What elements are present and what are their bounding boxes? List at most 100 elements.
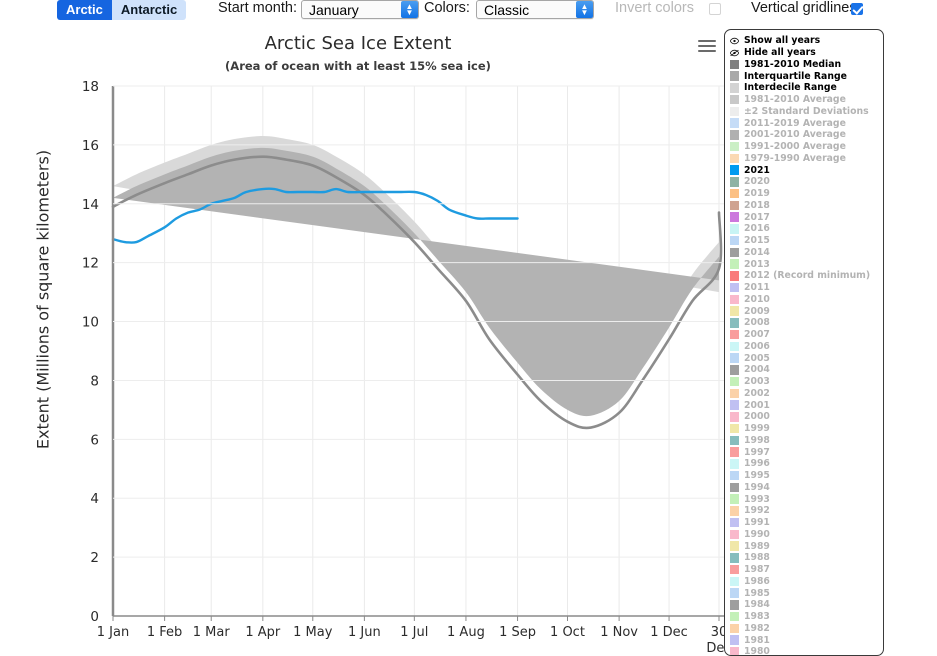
legend-control-show-all-years[interactable]: Show all years bbox=[730, 35, 883, 47]
legend-year-1983[interactable]: 1983 bbox=[730, 611, 883, 623]
legend-year-2000[interactable]: 2000 bbox=[730, 411, 883, 423]
legend-color-swatch bbox=[730, 400, 739, 410]
legend-year-2016[interactable]: 2016 bbox=[730, 223, 883, 235]
legend-year-2012[interactable]: 2012 (Record minimum) bbox=[730, 270, 883, 282]
legend-item-label: 1990 bbox=[744, 528, 770, 540]
legend-item-label: 1991 bbox=[744, 517, 770, 529]
legend-stat-1979-1990-average[interactable]: 1979-1990 Average bbox=[730, 153, 883, 165]
legend-item-label: 2020 bbox=[744, 176, 770, 188]
legend-item-label: 1981-2010 Average bbox=[744, 94, 846, 106]
legend-year-1996[interactable]: 1996 bbox=[730, 458, 883, 470]
legend-panel[interactable]: Show all years Hide all years 1981-2010 M… bbox=[724, 29, 884, 656]
legend-color-swatch bbox=[730, 623, 739, 634]
legend-year-2002[interactable]: 2002 bbox=[730, 388, 883, 400]
legend-stat-2011-2019-average[interactable]: 2011-2019 Average bbox=[730, 117, 883, 129]
legend-year-1982[interactable]: 1982 bbox=[730, 623, 883, 635]
legend-color-swatch bbox=[730, 94, 739, 105]
legend-item-label: 1989 bbox=[744, 540, 770, 552]
legend-color-swatch bbox=[730, 83, 739, 93]
eye-slash-icon bbox=[730, 48, 739, 58]
legend-year-1991[interactable]: 1991 bbox=[730, 517, 883, 529]
legend-year-2005[interactable]: 2005 bbox=[730, 352, 883, 364]
svg-text:10: 10 bbox=[82, 315, 99, 331]
legend-year-2011[interactable]: 2011 bbox=[730, 282, 883, 294]
svg-text:1 Nov: 1 Nov bbox=[600, 625, 638, 640]
legend-item-label: 2010 bbox=[744, 293, 770, 305]
legend-year-2020[interactable]: 2020 bbox=[730, 176, 883, 188]
legend-color-swatch bbox=[730, 271, 739, 281]
legend-year-1980[interactable]: 1980 bbox=[730, 646, 883, 655]
svg-text:1 Apr: 1 Apr bbox=[245, 625, 281, 640]
legend-year-1990[interactable]: 1990 bbox=[730, 529, 883, 541]
legend-item-label: 1992 bbox=[744, 505, 770, 517]
legend-color-swatch bbox=[730, 506, 739, 516]
legend-color-swatch bbox=[730, 353, 739, 363]
legend-year-2007[interactable]: 2007 bbox=[730, 329, 883, 341]
legend-item-label: 2006 bbox=[744, 340, 770, 352]
legend-stat-1981-2010-median[interactable]: 1981-2010 Median bbox=[730, 59, 883, 71]
legend-year-2009[interactable]: 2009 bbox=[730, 305, 883, 317]
legend-year-2018[interactable]: 2018 bbox=[730, 200, 883, 212]
legend-years[interactable]: 2021 2020 2019 2018 2017 2016 2015 2014 2013 2012… bbox=[730, 164, 883, 655]
legend-year-2014[interactable]: 2014 bbox=[730, 247, 883, 259]
legend-color-swatch bbox=[730, 141, 739, 152]
legend-year-2008[interactable]: 2008 bbox=[730, 317, 883, 329]
legend-year-1992[interactable]: 1992 bbox=[730, 505, 883, 517]
legend-year-2013[interactable]: 2013 bbox=[730, 258, 883, 270]
legend-year-2021[interactable]: 2021 bbox=[730, 164, 883, 176]
legend-year-1998[interactable]: 1998 bbox=[730, 435, 883, 447]
svg-text:1 Jul: 1 Jul bbox=[400, 625, 428, 640]
legend-item-label: 1983 bbox=[744, 611, 770, 623]
legend-stat-1981-2010-average[interactable]: 1981-2010 Average bbox=[730, 94, 883, 106]
legend-color-swatch bbox=[730, 341, 739, 352]
legend-year-1981[interactable]: 1981 bbox=[730, 634, 883, 646]
legend-color-swatch bbox=[730, 482, 739, 493]
legend-color-swatch bbox=[730, 529, 739, 540]
legend-year-1988[interactable]: 1988 bbox=[730, 552, 883, 564]
legend-color-swatch bbox=[730, 212, 739, 222]
legend-item-label: 1981 bbox=[744, 634, 770, 646]
legend-statistics[interactable]: 1981-2010 Median Interquartile Range Inter… bbox=[730, 59, 883, 165]
legend-year-1999[interactable]: 1999 bbox=[730, 423, 883, 435]
legend-year-2001[interactable]: 2001 bbox=[730, 399, 883, 411]
legend-control-hide-all-years[interactable]: Hide all years bbox=[730, 47, 883, 59]
legend-year-2010[interactable]: 2010 bbox=[730, 294, 883, 306]
legend-year-2017[interactable]: 2017 bbox=[730, 211, 883, 223]
legend-color-swatch bbox=[730, 282, 739, 293]
legend-color-swatch bbox=[730, 435, 739, 446]
legend-stat-interquartile-range[interactable]: Interquartile Range bbox=[730, 70, 883, 82]
legend-year-1993[interactable]: 1993 bbox=[730, 493, 883, 505]
legend-item-label: 1985 bbox=[744, 587, 770, 599]
legend-year-1989[interactable]: 1989 bbox=[730, 540, 883, 552]
legend-year-1994[interactable]: 1994 bbox=[730, 482, 883, 494]
legend-year-1985[interactable]: 1985 bbox=[730, 587, 883, 599]
legend-stat-1991-2000-average[interactable]: 1991-2000 Average bbox=[730, 141, 883, 153]
svg-text:18: 18 bbox=[82, 79, 99, 95]
legend-color-swatch bbox=[730, 106, 739, 117]
legend-item-label: Interdecile Range bbox=[744, 82, 837, 94]
legend-stat-interdecile-range[interactable]: Interdecile Range bbox=[730, 82, 883, 94]
legend-year-2015[interactable]: 2015 bbox=[730, 235, 883, 247]
svg-text:4: 4 bbox=[90, 491, 99, 507]
range-bands bbox=[113, 136, 719, 417]
legend-year-1987[interactable]: 1987 bbox=[730, 564, 883, 576]
legend-year-1984[interactable]: 1984 bbox=[730, 599, 883, 611]
legend-year-1986[interactable]: 1986 bbox=[730, 576, 883, 588]
legend-item-label: 2019 bbox=[744, 188, 770, 200]
legend-stat-2001-2010-average[interactable]: 2001-2010 Average bbox=[730, 129, 883, 141]
legend-item-label: 2001 bbox=[744, 399, 770, 411]
legend-year-1995[interactable]: 1995 bbox=[730, 470, 883, 482]
legend-stat-2-standard-deviations[interactable]: ±2 Standard Deviations bbox=[730, 106, 883, 118]
legend-year-1997[interactable]: 1997 bbox=[730, 446, 883, 458]
legend-year-2003[interactable]: 2003 bbox=[730, 376, 883, 388]
legend-color-swatch bbox=[730, 200, 739, 211]
legend-color-swatch bbox=[730, 494, 739, 504]
legend-year-2004[interactable]: 2004 bbox=[730, 364, 883, 376]
legend-color-swatch bbox=[730, 423, 739, 434]
legend-item-label: 2013 bbox=[744, 258, 770, 270]
svg-text:1 May: 1 May bbox=[293, 625, 333, 640]
legend-color-swatch bbox=[730, 447, 739, 457]
legend-controls[interactable]: Show all years Hide all years bbox=[730, 35, 883, 59]
legend-year-2019[interactable]: 2019 bbox=[730, 188, 883, 200]
legend-year-2006[interactable]: 2006 bbox=[730, 341, 883, 353]
